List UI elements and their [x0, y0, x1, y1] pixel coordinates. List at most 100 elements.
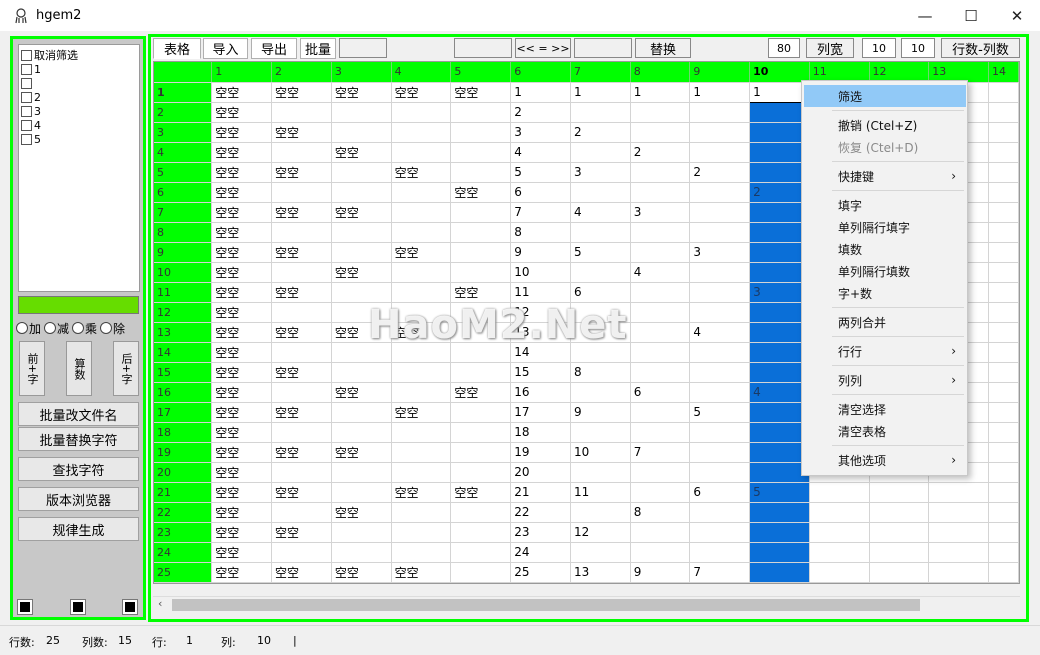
grid-cell[interactable]: 空空 [271, 202, 332, 223]
grid-cell[interactable] [630, 322, 691, 343]
radio-icon[interactable] [72, 322, 85, 334]
batch-replace-button[interactable]: 批量替换字符 [18, 427, 139, 451]
menu-item[interactable]: 单列隔行填数 [804, 260, 966, 282]
grid-cell[interactable]: 4 [689, 322, 751, 343]
filter-item[interactable]: 1 [21, 62, 41, 76]
grid-cell[interactable]: 空空 [211, 222, 273, 243]
square-button-2[interactable] [70, 599, 86, 615]
grid-cell[interactable] [630, 102, 691, 123]
prefix-char-button[interactable]: 前+字 [19, 341, 45, 396]
grid-cell[interactable] [630, 282, 691, 303]
grid-cell[interactable] [928, 502, 989, 523]
grid-cell[interactable]: 5 [570, 242, 631, 263]
row-header[interactable]: 12 [154, 302, 213, 323]
menu-item[interactable]: 其他选项 › [804, 449, 966, 471]
row-header[interactable]: 16 [154, 382, 213, 403]
grid-cell[interactable]: 1 [570, 82, 631, 103]
grid-cell[interactable]: 空空 [450, 182, 512, 203]
find-input[interactable] [454, 38, 512, 58]
grid-cell[interactable] [391, 522, 452, 543]
tab-import[interactable]: 导入 [203, 38, 248, 59]
column-width-input[interactable]: 80 [768, 38, 800, 58]
grid-cell[interactable]: 空空 [211, 202, 273, 223]
grid-cell[interactable] [331, 402, 392, 423]
row-header[interactable]: 22 [154, 502, 213, 523]
grid-cell[interactable] [689, 522, 751, 543]
grid-cell[interactable] [570, 182, 631, 203]
maximize-button[interactable]: ☐ [948, 0, 994, 31]
grid-cell[interactable]: 7 [689, 562, 751, 583]
grid-cell[interactable]: 8 [510, 222, 571, 243]
grid-cell[interactable] [271, 462, 332, 483]
grid-cell[interactable] [689, 262, 751, 283]
grid-cell[interactable]: 空空 [450, 482, 512, 503]
grid-cell[interactable] [689, 462, 751, 483]
grid-cell[interactable] [271, 222, 332, 243]
scroll-left-icon[interactable]: ‹ [158, 597, 162, 610]
grid-cell[interactable] [630, 342, 691, 363]
grid-cell[interactable]: 1 [689, 82, 751, 103]
grid-cell[interactable]: 6 [630, 382, 691, 403]
radio-icon[interactable] [16, 322, 28, 334]
grid-cell[interactable] [331, 282, 392, 303]
grid-cell[interactable]: 空空 [450, 282, 512, 303]
row-header[interactable]: 1 [154, 82, 213, 103]
row-header[interactable]: 11 [154, 282, 213, 303]
column-header[interactable]: 2 [271, 62, 332, 83]
grid-cell[interactable]: 空空 [331, 82, 392, 103]
grid-cell[interactable] [749, 522, 810, 543]
grid-cell[interactable] [391, 422, 452, 443]
grid-cell[interactable] [391, 222, 452, 243]
menu-item[interactable]: 行行 › [804, 340, 966, 362]
grid-cell[interactable] [570, 102, 631, 123]
grid-cell[interactable] [450, 422, 512, 443]
grid-cell[interactable] [450, 562, 512, 583]
row-header[interactable]: 6 [154, 182, 213, 203]
grid-cell[interactable] [271, 182, 332, 203]
column-header[interactable]: 1 [211, 62, 273, 83]
grid-cell[interactable] [450, 402, 512, 423]
grid-cell[interactable] [988, 502, 1019, 523]
version-browser-button[interactable]: 版本浏览器 [18, 487, 139, 511]
grid-cell[interactable]: 空空 [271, 162, 332, 183]
grid-cell[interactable]: 5 [689, 402, 751, 423]
grid-cell[interactable] [809, 522, 870, 543]
grid-cell[interactable] [988, 442, 1019, 463]
column-header[interactable]: 8 [630, 62, 691, 83]
grid-cell[interactable] [869, 542, 930, 563]
grid-cell[interactable]: 9 [570, 402, 631, 423]
grid-cell[interactable] [869, 482, 930, 503]
grid-cell[interactable]: 空空 [211, 302, 273, 323]
grid-cell[interactable] [331, 162, 392, 183]
grid-cell[interactable] [391, 542, 452, 563]
grid-cell[interactable] [391, 262, 452, 283]
grid-cell[interactable]: 空空 [271, 362, 332, 383]
grid-cell[interactable] [988, 402, 1019, 423]
square-button-3[interactable] [122, 599, 138, 615]
column-header[interactable]: 14 [988, 62, 1019, 83]
grid-cell[interactable]: 空空 [211, 262, 273, 283]
grid-cell[interactable] [869, 522, 930, 543]
grid-cell[interactable]: 空空 [331, 382, 392, 403]
grid-cell[interactable]: 空空 [331, 442, 392, 463]
grid-cell[interactable]: 3 [630, 202, 691, 223]
row-header[interactable]: 18 [154, 422, 213, 443]
menu-item[interactable]: 快捷键 › [804, 165, 966, 187]
grid-cell[interactable] [450, 442, 512, 463]
tab-table[interactable]: 表格 [153, 38, 201, 59]
grid-cell[interactable] [869, 502, 930, 523]
grid-cell[interactable]: 24 [510, 542, 571, 563]
batch-rename-button[interactable]: 批量改文件名 [18, 402, 139, 426]
grid-cell[interactable] [689, 442, 751, 463]
op-radio-2[interactable]: 减 [44, 320, 69, 337]
grid-cell[interactable] [749, 542, 810, 563]
column-width-button[interactable]: 列宽 [806, 38, 854, 58]
grid-cell[interactable]: 空空 [211, 502, 273, 523]
column-header[interactable] [154, 62, 213, 83]
grid-cell[interactable]: 6 [510, 182, 571, 203]
grid-cell[interactable]: 2 [689, 162, 751, 183]
grid-cell[interactable]: 空空 [271, 82, 332, 103]
filter-checkbox[interactable] [21, 119, 32, 131]
grid-cell[interactable]: 5 [510, 162, 571, 183]
grid-cell[interactable]: 空空 [271, 322, 332, 343]
